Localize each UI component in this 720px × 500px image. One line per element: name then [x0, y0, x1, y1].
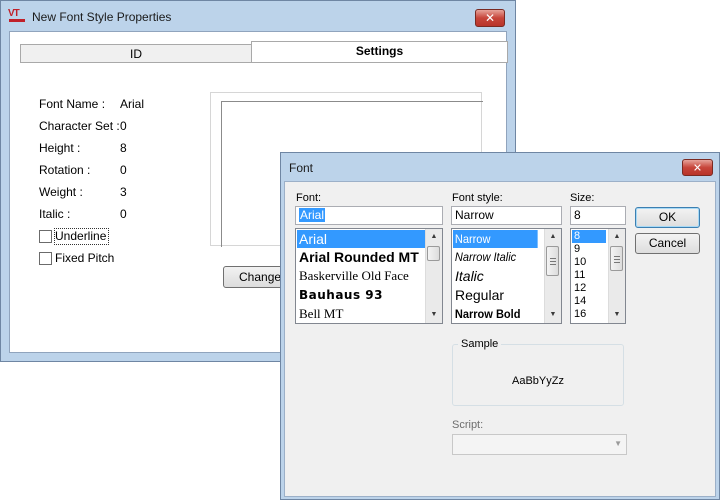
font-style-input[interactable]: Narrow — [451, 206, 562, 225]
size-list-item[interactable]: 9 — [572, 243, 580, 256]
scroll-up-icon[interactable]: ▲ — [426, 229, 442, 245]
weight-value: 3 — [120, 185, 127, 199]
font-name-input-value: Arial — [299, 208, 326, 222]
size-list-item[interactable]: 10 — [572, 256, 586, 269]
font-name-value: Arial — [120, 97, 145, 111]
scroll-thumb[interactable] — [427, 246, 440, 261]
style-list-item[interactable]: Italic — [453, 267, 484, 285]
tab-id-label: ID — [130, 47, 142, 61]
sample-group: Sample AaBbYyZz — [452, 338, 624, 406]
tab-settings-label: Settings — [355, 44, 404, 58]
font-dialog: Font ✕ Font: Arial Arial Arial Rounded M… — [280, 152, 720, 500]
cancel-button[interactable]: Cancel — [635, 233, 700, 254]
font-list-item[interactable]: Arial Rounded MT — [297, 248, 419, 266]
style-list-item[interactable]: Narrow Italic — [453, 248, 516, 266]
rotation-label: Rotation : — [39, 163, 91, 177]
close-icon: ✕ — [484, 11, 496, 25]
tab-id[interactable]: ID — [20, 44, 252, 63]
scroll-up-icon[interactable]: ▲ — [609, 229, 625, 245]
size-label: Size: — [570, 192, 595, 204]
rotation-value: 0 — [120, 163, 127, 177]
font-list-item[interactable]: Baskerville Old Face — [297, 267, 409, 285]
script-label: Script: — [452, 419, 484, 431]
height-label: Height : — [39, 141, 81, 155]
script-dropdown[interactable]: ▼ — [452, 434, 627, 455]
sample-text: AaBbYyZz — [512, 375, 564, 387]
vt-app-icon: VT — [8, 9, 26, 23]
font-list[interactable]: Arial Arial Rounded MT Baskerville Old F… — [295, 228, 443, 324]
font-list-scrollbar[interactable]: ▲ ▼ — [425, 229, 442, 323]
style-list-item[interactable]: Regular — [453, 286, 504, 304]
scroll-thumb[interactable] — [546, 246, 559, 276]
style-list-item[interactable]: Narrow Bold — [453, 305, 521, 323]
font-dialog-close-button[interactable]: ✕ — [682, 159, 713, 176]
window-title: New Font Style Properties — [32, 10, 172, 24]
font-list-item[interactable]: Arial — [297, 230, 426, 248]
scroll-up-icon[interactable]: ▲ — [545, 229, 561, 245]
font-list-item[interactable]: Bauhaus 93 — [297, 286, 383, 304]
font-name-label: Font Name : — [39, 97, 106, 111]
italic-value: 0 — [120, 207, 127, 221]
tab-settings[interactable]: Settings — [251, 41, 508, 63]
change-button-label: Change — [239, 270, 282, 284]
ok-button[interactable]: OK — [635, 207, 700, 228]
scroll-down-icon[interactable]: ▼ — [609, 307, 625, 323]
size-list-item[interactable]: 14 — [572, 295, 586, 308]
sample-label: Sample — [458, 338, 502, 350]
size-list-item[interactable]: 12 — [572, 282, 586, 295]
fixed-pitch-label[interactable]: Fixed Pitch — [55, 251, 114, 265]
character-set-label: Character Set : — [39, 119, 120, 133]
italic-label: Italic : — [39, 207, 71, 221]
chevron-down-icon: ▼ — [614, 439, 622, 448]
underline-checkbox[interactable] — [39, 230, 52, 243]
font-label: Font: — [296, 192, 322, 204]
underline-label[interactable]: Underline — [55, 229, 106, 243]
close-button[interactable]: ✕ — [475, 9, 505, 27]
style-list-scrollbar[interactable]: ▲ ▼ — [544, 229, 561, 323]
size-list-item[interactable]: 8 — [572, 230, 606, 243]
font-dialog-client: Font: Arial Arial Arial Rounded MT Baske… — [284, 181, 716, 497]
size-input[interactable]: 8 — [570, 206, 626, 225]
close-icon: ✕ — [692, 161, 703, 174]
size-list-item[interactable]: 16 — [572, 308, 586, 321]
height-value: 8 — [120, 141, 127, 155]
font-name-input[interactable]: Arial — [295, 206, 443, 225]
character-set-value: 0 — [120, 119, 127, 133]
fixed-pitch-checkbox[interactable] — [39, 252, 52, 265]
font-style-label: Font style: — [452, 192, 503, 204]
properties-title-bar[interactable]: VT New Font Style Properties ✕ — [1, 1, 515, 31]
font-style-list[interactable]: Narrow Narrow Italic Italic Regular Narr… — [451, 228, 562, 324]
style-list-item[interactable]: Narrow — [453, 230, 538, 248]
scroll-down-icon[interactable]: ▼ — [426, 307, 442, 323]
size-list[interactable]: 8 9 10 11 12 14 16 ▲ ▼ — [570, 228, 626, 324]
scroll-thumb[interactable] — [610, 246, 623, 271]
scroll-down-icon[interactable]: ▼ — [545, 307, 561, 323]
font-dialog-title: Font — [289, 161, 314, 175]
weight-label: Weight : — [39, 185, 83, 199]
app-icon-text: VT — [8, 8, 20, 19]
size-list-scrollbar[interactable]: ▲ ▼ — [608, 229, 625, 323]
font-list-item[interactable]: Bell MT — [297, 305, 343, 323]
size-list-item[interactable]: 11 — [572, 269, 585, 282]
